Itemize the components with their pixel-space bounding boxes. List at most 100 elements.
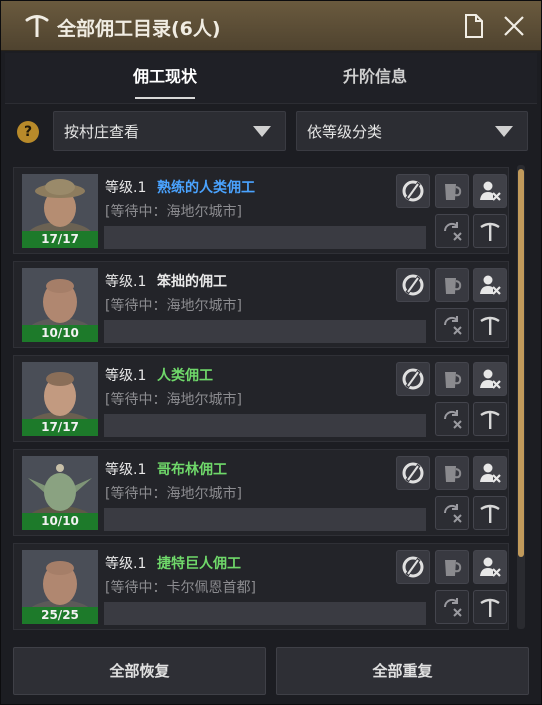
pickaxe-icon — [25, 15, 49, 37]
task-progress-bar[interactable] — [104, 226, 426, 249]
drink-beer-button[interactable] — [435, 550, 469, 584]
drink-beer-button[interactable] — [435, 362, 469, 396]
pickaxe-icon — [480, 222, 500, 241]
task-progress-bar[interactable] — [104, 320, 426, 343]
cup-icon — [445, 184, 462, 200]
worker-portrait: 25/25 — [22, 550, 98, 624]
worker-name: 人类佣工 — [157, 368, 213, 384]
village-view-label: 按村庄查看 — [64, 123, 140, 141]
repeat-all-button[interactable]: 全部重复 — [276, 647, 529, 695]
worker-grade: 等级.1 — [105, 556, 147, 572]
close-icon[interactable] — [501, 13, 527, 39]
stamina-bar: 25/25 — [22, 607, 98, 624]
chevron-down-icon — [495, 126, 513, 137]
worker-name: 捷特巨人佣工 — [157, 556, 241, 572]
title-bar[interactable]: 全部佣工目录(6人) — [1, 1, 541, 51]
fire-worker-icon — [480, 463, 501, 483]
assign-work-button[interactable] — [473, 308, 507, 342]
reassign-button[interactable] — [435, 402, 469, 436]
sleep-icon — [402, 462, 424, 484]
scrollbar-thumb[interactable] — [518, 169, 524, 557]
grade-sort-dropdown[interactable]: 依等级分类 — [296, 111, 528, 151]
tab-upgrade-info[interactable]: 升阶信息 — [325, 53, 425, 103]
window-title: 全部佣工目录(6人) — [57, 18, 221, 40]
pickaxe-icon — [480, 504, 500, 523]
worker-portrait: 10/10 — [22, 268, 98, 342]
rest-button[interactable] — [396, 456, 430, 490]
worker-grade: 等级.1 — [105, 180, 147, 196]
rest-button[interactable] — [396, 174, 430, 208]
swap-icon — [443, 504, 462, 523]
tabs-divider — [5, 103, 537, 104]
worker-portrait: 10/10 — [22, 456, 98, 530]
help-icon[interactable]: ? — [17, 121, 39, 143]
fire-worker-button[interactable] — [473, 174, 507, 208]
pickaxe-icon — [480, 410, 500, 429]
worker-list-window: 全部佣工目录(6人) 佣工现状 升阶信息 ? 按村庄查看 依等级分类 17/17… — [0, 0, 542, 705]
rest-button[interactable] — [396, 362, 430, 396]
worker-status: [等待中：海地尔城市] — [105, 298, 242, 314]
document-icon[interactable] — [463, 13, 485, 39]
fire-worker-button[interactable] — [473, 456, 507, 490]
worker-card[interactable]: 10/10 等级.1 笨拙的佣工 [等待中：海地尔城市] — [13, 261, 509, 348]
drink-beer-button[interactable] — [435, 456, 469, 490]
fire-worker-button[interactable] — [473, 268, 507, 302]
worker-grade: 等级.1 — [105, 462, 147, 478]
cup-icon — [445, 372, 462, 388]
sleep-icon — [402, 180, 424, 202]
worker-grade: 等级.1 — [105, 368, 147, 384]
worker-status: [等待中：海地尔城市] — [105, 204, 242, 220]
worker-status: [等待中：海地尔城市] — [105, 392, 242, 408]
worker-card[interactable]: 17/17 等级.1 熟练的人类佣工 [等待中：海地尔城市] — [13, 167, 509, 254]
worker-list: 17/17 等级.1 熟练的人类佣工 [等待中：海地尔城市] 10/10 等级.… — [13, 163, 513, 631]
reassign-button[interactable] — [435, 590, 469, 624]
reassign-button[interactable] — [435, 214, 469, 248]
worker-name: 熟练的人类佣工 — [157, 180, 255, 196]
sleep-icon — [402, 368, 424, 390]
assign-work-button[interactable] — [473, 590, 507, 624]
pickaxe-icon — [480, 316, 500, 335]
swap-icon — [443, 598, 462, 617]
task-progress-bar[interactable] — [104, 508, 426, 531]
worker-card[interactable]: 25/25 等级.1 捷特巨人佣工 [等待中：卡尔佩恩首都] — [13, 543, 509, 630]
assign-work-button[interactable] — [473, 214, 507, 248]
worker-grade: 等级.1 — [105, 274, 147, 290]
fire-worker-icon — [480, 181, 501, 201]
worker-status: [等待中：卡尔佩恩首都] — [105, 580, 256, 596]
task-progress-bar[interactable] — [104, 414, 426, 437]
rest-button[interactable] — [396, 268, 430, 302]
chevron-down-icon — [253, 126, 271, 137]
assign-work-button[interactable] — [473, 496, 507, 530]
fire-worker-button[interactable] — [473, 550, 507, 584]
stamina-bar: 10/10 — [22, 513, 98, 530]
tab-worker-status[interactable]: 佣工现状 — [115, 53, 215, 103]
worker-name: 哥布林佣工 — [157, 462, 227, 478]
cup-icon — [445, 466, 462, 482]
drink-beer-button[interactable] — [435, 268, 469, 302]
worker-portrait: 17/17 — [22, 362, 98, 436]
swap-icon — [443, 316, 462, 335]
worker-portrait: 17/17 — [22, 174, 98, 248]
worker-status: [等待中：海地尔城市] — [105, 486, 242, 502]
rest-button[interactable] — [396, 550, 430, 584]
worker-name: 笨拙的佣工 — [157, 274, 227, 290]
worker-card[interactable]: 17/17 等级.1 人类佣工 [等待中：海地尔城市] — [13, 355, 509, 442]
stamina-bar: 17/17 — [22, 231, 98, 248]
stamina-bar: 17/17 — [22, 419, 98, 436]
village-view-dropdown[interactable]: 按村庄查看 — [53, 111, 286, 151]
reassign-button[interactable] — [435, 308, 469, 342]
task-progress-bar[interactable] — [104, 602, 426, 625]
worker-card[interactable]: 10/10 等级.1 哥布林佣工 [等待中：海地尔城市] — [13, 449, 509, 536]
fire-worker-icon — [480, 275, 501, 295]
fire-worker-icon — [480, 557, 501, 577]
cup-icon — [445, 560, 462, 576]
recover-all-button[interactable]: 全部恢复 — [13, 647, 266, 695]
fire-worker-icon — [480, 369, 501, 389]
drink-beer-button[interactable] — [435, 174, 469, 208]
fire-worker-button[interactable] — [473, 362, 507, 396]
reassign-button[interactable] — [435, 496, 469, 530]
assign-work-button[interactable] — [473, 402, 507, 436]
list-scrollbar[interactable] — [517, 165, 525, 629]
pickaxe-icon — [480, 598, 500, 617]
sleep-icon — [402, 274, 424, 296]
